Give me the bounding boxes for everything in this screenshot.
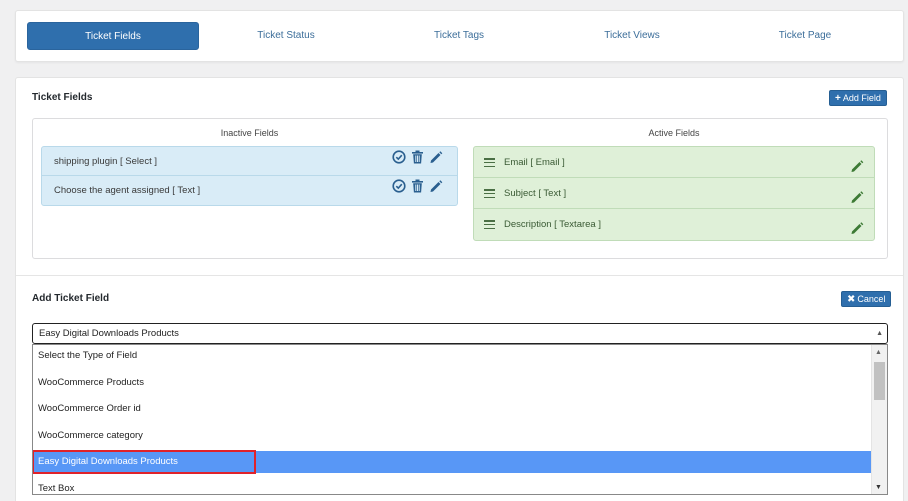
tab-ticket-page[interactable]: Ticket Page: [719, 22, 891, 50]
drag-handle-icon[interactable]: [484, 189, 495, 199]
ticket-fields-title: Ticket Fields: [32, 92, 93, 103]
activate-check-icon[interactable]: [392, 176, 406, 205]
drag-handle-icon[interactable]: [484, 158, 495, 168]
inactive-field-item: Choose the agent assigned [ Text ]: [42, 176, 457, 205]
tab-ticket-status[interactable]: Ticket Status: [200, 22, 372, 50]
scroll-up-arrow-icon[interactable]: ▲: [875, 349, 882, 356]
add-ticket-field-title: Add Ticket Field: [32, 293, 110, 304]
active-field-item[interactable]: Subject [ Text ]: [474, 178, 874, 209]
scroll-down-arrow-icon[interactable]: ▼: [875, 484, 882, 491]
active-field-label: Description [ Textarea ]: [504, 219, 601, 230]
trash-icon[interactable]: [411, 176, 424, 205]
edit-pencil-icon[interactable]: [429, 176, 443, 205]
activate-check-icon[interactable]: [392, 147, 406, 176]
tab-ticket-tags[interactable]: Ticket Tags: [373, 22, 545, 50]
dropdown-option[interactable]: WooCommerce Order id: [33, 398, 871, 420]
inactive-field-label: Choose the agent assigned [ Text ]: [54, 185, 201, 196]
ticket-fields-panel: Ticket Fields + Add Field Inactive Fields…: [15, 77, 904, 501]
fields-container: Inactive Fields Active Fields shipping p…: [32, 118, 888, 259]
dropdown-option[interactable]: Text Box: [33, 478, 871, 494]
active-field-label: Subject [ Text ]: [504, 188, 567, 199]
active-fields-list: Email [ Email ] Subject [ Text ] Descrip…: [473, 146, 875, 241]
trash-icon[interactable]: [411, 147, 424, 176]
chevron-up-icon: ▲: [876, 330, 883, 337]
inactive-field-actions: [392, 176, 443, 205]
field-type-select-value: Easy Digital Downloads Products: [39, 328, 179, 339]
active-field-label: Email [ Email ]: [504, 157, 565, 168]
settings-tab-bar: Ticket Fields Ticket Status Ticket Tags …: [15, 10, 904, 62]
field-type-select[interactable]: Easy Digital Downloads Products ▲: [32, 323, 888, 344]
tab-ticket-fields[interactable]: Ticket Fields: [27, 22, 199, 50]
cancel-label: Cancel: [857, 294, 886, 304]
annotation-highlight-box: [33, 450, 256, 474]
tab-ticket-views[interactable]: Ticket Views: [546, 22, 718, 50]
dropdown-option[interactable]: WooCommerce Products: [33, 372, 871, 394]
inactive-field-actions: [392, 147, 443, 176]
add-field-label: Add Field: [842, 93, 881, 103]
inactive-fields-list: shipping plugin [ Select ] Choose the ag…: [41, 146, 458, 206]
edit-pencil-icon[interactable]: [429, 147, 443, 176]
drag-handle-icon[interactable]: [484, 220, 495, 230]
scrollbar-thumb[interactable]: [874, 362, 885, 400]
active-field-item[interactable]: Email [ Email ]: [474, 147, 874, 178]
active-field-item[interactable]: Description [ Textarea ]: [474, 209, 874, 240]
section-divider: [16, 275, 903, 276]
dropdown-option[interactable]: Select the Type of Field: [33, 345, 871, 367]
dropdown-option[interactable]: WooCommerce category: [33, 425, 871, 447]
active-fields-heading: Active Fields: [648, 128, 700, 138]
field-type-dropdown: Select the Type of Field WooCommerce Pro…: [32, 344, 888, 495]
plus-icon: +: [835, 93, 841, 104]
dropdown-scrollbar[interactable]: ▲ ▼: [871, 345, 887, 494]
add-field-button[interactable]: + Add Field: [829, 90, 887, 106]
inactive-field-item: shipping plugin [ Select ]: [42, 147, 457, 176]
edit-pencil-icon[interactable]: [850, 217, 864, 248]
cancel-button[interactable]: ✖ Cancel: [841, 291, 892, 307]
x-icon: ✖: [847, 294, 856, 305]
inactive-field-label: shipping plugin [ Select ]: [54, 156, 157, 167]
inactive-fields-heading: Inactive Fields: [220, 128, 279, 138]
